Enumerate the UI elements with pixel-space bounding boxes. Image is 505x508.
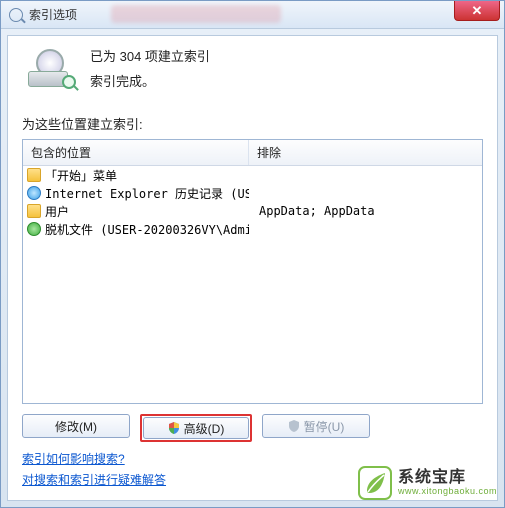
- row-label: Internet Explorer 历史记录 (USE...: [45, 185, 249, 202]
- col-excluded[interactable]: 排除: [249, 140, 482, 165]
- status-row: 已为 304 项建立索引 索引完成。: [22, 46, 483, 90]
- offline-icon: [27, 222, 41, 236]
- locations-listbox[interactable]: 包含的位置 排除 「开始」菜单Internet Explorer 历史记录 (U…: [22, 139, 483, 404]
- uac-shield-icon: [288, 420, 300, 432]
- watermark-name: 系统宝库: [398, 469, 497, 487]
- watermark: 系统宝库 www.xitongbaoku.com: [358, 466, 497, 500]
- window-title: 索引选项: [29, 6, 77, 23]
- row-excluded: AppData; AppData: [249, 204, 482, 218]
- blurred-overlay: [111, 5, 281, 23]
- content-area: 已为 304 项建立索引 索引完成。 为这些位置建立索引: 包含的位置 排除 「…: [7, 35, 498, 501]
- list-header: 包含的位置 排除: [23, 140, 482, 166]
- folder-icon: [27, 168, 41, 182]
- row-label: 「开始」菜单: [45, 167, 117, 184]
- col-included[interactable]: 包含的位置: [23, 140, 249, 165]
- link-troubleshoot[interactable]: 对搜索和索引进行疑难解答: [22, 471, 166, 488]
- titlebar: 索引选项 ✕: [1, 1, 504, 29]
- table-row[interactable]: 用户 AppData; AppData: [23, 202, 482, 220]
- ie-icon: [27, 186, 41, 200]
- close-button[interactable]: ✕: [454, 1, 500, 21]
- row-label: 脱机文件 (USER-20200326VY\Admin...: [45, 221, 249, 238]
- search-icon: [9, 8, 23, 22]
- modify-label: 修改(M): [55, 418, 97, 435]
- list-body: 「开始」菜单Internet Explorer 历史记录 (USE...用户 Ap…: [23, 166, 482, 403]
- indexing-drive-icon: [26, 49, 74, 87]
- table-row[interactable]: 「开始」菜单: [23, 166, 482, 184]
- folder-icon: [27, 204, 41, 218]
- modify-button[interactable]: 修改(M): [22, 414, 130, 438]
- window-title-wrap: 索引选项: [9, 6, 77, 23]
- status-text: 已为 304 项建立索引 索引完成。: [90, 46, 210, 90]
- table-row[interactable]: Internet Explorer 历史记录 (USE...: [23, 184, 482, 202]
- pause-button: 暂停(U): [262, 414, 370, 438]
- advanced-label: 高级(D): [184, 420, 225, 437]
- watermark-leaf-icon: [358, 466, 392, 500]
- indexing-complete: 索引完成。: [90, 71, 210, 90]
- watermark-text: 系统宝库 www.xitongbaoku.com: [398, 469, 497, 496]
- button-row: 修改(M) 高级(D) 暂停(U): [22, 414, 483, 442]
- indexing-options-window: 索引选项 ✕ 已为 304 项建立索引 索引完成。 为这些位置建立索引: 包含的…: [0, 0, 505, 508]
- locations-label: 为这些位置建立索引:: [22, 114, 483, 133]
- table-row[interactable]: 脱机文件 (USER-20200326VY\Admin...: [23, 220, 482, 238]
- advanced-button[interactable]: 高级(D): [143, 417, 249, 439]
- link-how-affects-search[interactable]: 索引如何影响搜索?: [22, 450, 125, 467]
- row-label: 用户: [45, 203, 69, 220]
- close-icon: ✕: [472, 3, 483, 19]
- pause-label: 暂停(U): [304, 418, 345, 435]
- uac-shield-icon: [168, 422, 180, 434]
- watermark-url: www.xitongbaoku.com: [398, 487, 497, 497]
- indexed-count: 已为 304 项建立索引: [90, 46, 210, 65]
- advanced-highlight: 高级(D): [140, 414, 252, 442]
